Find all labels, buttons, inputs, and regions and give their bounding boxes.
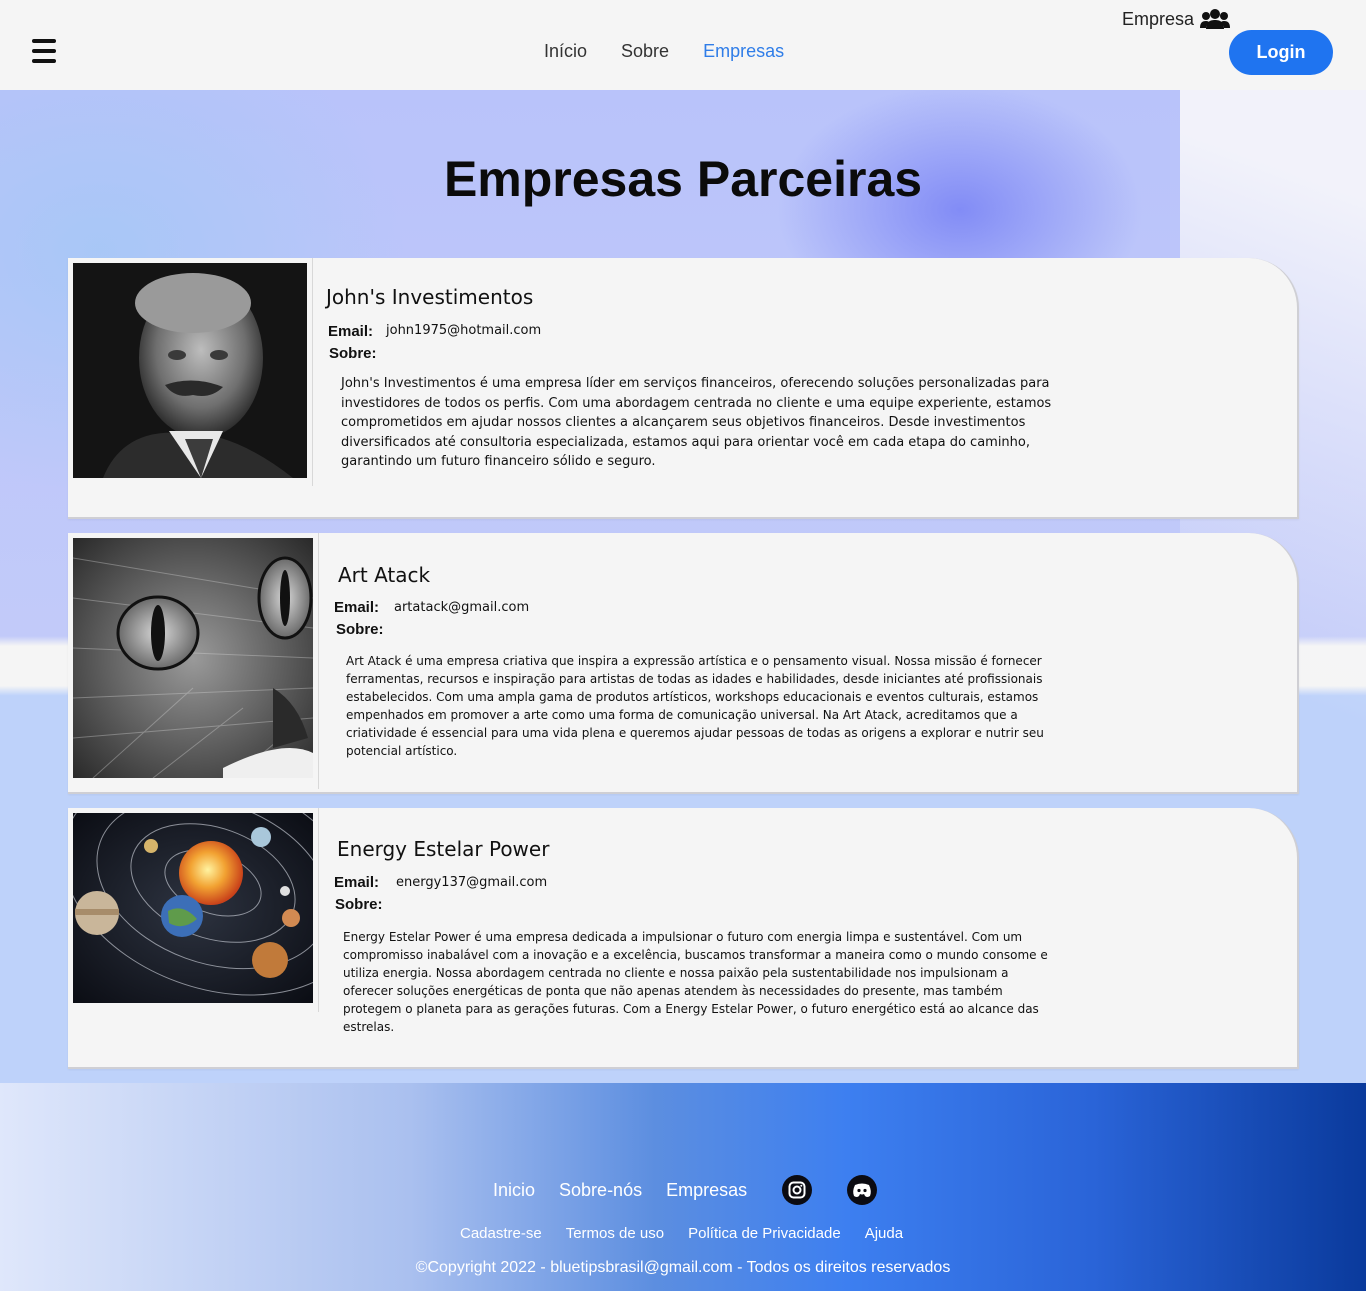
empresa-label: Empresa xyxy=(1122,8,1195,29)
company-description: John's Investimentos é uma empresa líder… xyxy=(341,376,1052,470)
company-description: Energy Estelar Power é uma empresa dedic… xyxy=(343,930,1048,1034)
nav-sobre[interactable]: Sobre xyxy=(621,41,669,62)
users-group-icon xyxy=(1200,9,1231,29)
login-button[interactable]: Login xyxy=(1229,30,1333,75)
email-label: Email: xyxy=(334,874,380,891)
footer-nav-sobre[interactable]: Sobre-nós xyxy=(559,1180,642,1201)
company-description: Art Atack é uma empresa criativa que ins… xyxy=(346,654,1044,758)
email-label: Email: xyxy=(328,323,374,340)
company-email: artatack@gmail.com xyxy=(394,600,530,615)
company-email: energy137@gmail.com xyxy=(396,875,548,890)
company-name: Art Atack xyxy=(338,563,431,587)
footer-nav: Inicio Sobre-nós Empresas xyxy=(493,1175,878,1205)
company-photo xyxy=(72,538,314,783)
company-photo xyxy=(62,770,364,1008)
footer-link-cadastre[interactable]: Cadastre-se xyxy=(460,1225,542,1242)
company-name: Energy Estelar Power xyxy=(337,837,550,861)
footer: Inicio Sobre-nós Empresas Cadastre-se Te… xyxy=(0,1083,1366,1291)
company-card: John's Investimentos Email: john1975@hot… xyxy=(68,258,1299,519)
card-divider xyxy=(318,533,319,789)
nav-empresas[interactable]: Empresas xyxy=(703,41,784,62)
card-divider xyxy=(318,808,319,1012)
footer-link-termos[interactable]: Termos de uso xyxy=(566,1225,664,1242)
footer-nav-empresas[interactable]: Empresas xyxy=(666,1180,747,1201)
sobre-label: Sobre: xyxy=(329,345,377,362)
discord-icon[interactable] xyxy=(847,1175,878,1205)
sobre-label: Sobre: xyxy=(335,896,383,913)
footer-link-privacidade[interactable]: Política de Privacidade xyxy=(688,1225,841,1242)
instagram-icon[interactable] xyxy=(782,1175,813,1205)
card-divider xyxy=(312,258,313,486)
footer-links: Cadastre-se Termos de uso Política de Pr… xyxy=(460,1225,903,1242)
email-label: Email: xyxy=(334,599,380,616)
main-nav: Início Sobre Empresas xyxy=(544,41,784,62)
top-header: Início Sobre Empresas Empresa Login xyxy=(0,0,1366,90)
page-title: Empresas Parceiras xyxy=(443,151,923,207)
footer-nav-inicio[interactable]: Inicio xyxy=(493,1180,535,1201)
footer-link-ajuda[interactable]: Ajuda xyxy=(865,1225,903,1242)
sobre-label: Sobre: xyxy=(336,621,384,638)
company-card: Art Atack Email: artatack@gmail.com Sobr… xyxy=(68,533,1299,794)
empresa-link[interactable]: Empresa xyxy=(1122,8,1231,30)
copyright-text: ©Copyright 2022 - bluetipsbrasil@gmail.c… xyxy=(415,1259,951,1276)
nav-inicio[interactable]: Início xyxy=(544,41,587,62)
company-name: John's Investimentos xyxy=(326,285,534,309)
company-card: Energy Estelar Power Email: energy137@gm… xyxy=(62,770,1299,1069)
hamburger-menu-icon[interactable] xyxy=(32,39,58,65)
company-email: john1975@hotmail.com xyxy=(386,323,542,338)
company-photo xyxy=(73,263,307,483)
